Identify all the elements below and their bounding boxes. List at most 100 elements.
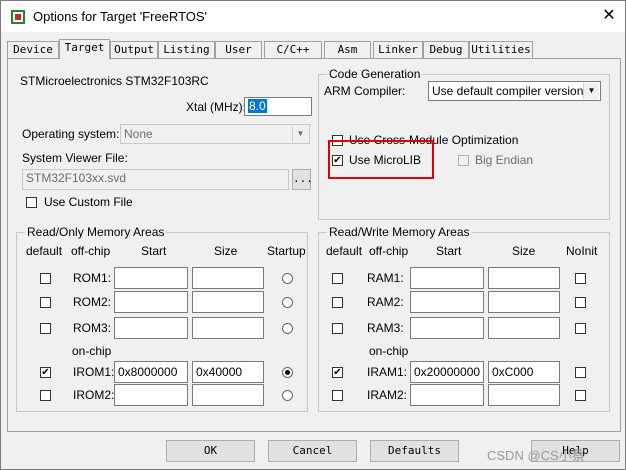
xtal-input[interactable]: 8.0 [244,97,312,116]
ram-group: Read/Write Memory Areas default off-chip… [318,225,610,412]
options-dialog: Options for Target 'FreeRTOS' ✕ Device Ta… [0,0,626,470]
ram-title: Read/Write Memory Areas [327,225,472,239]
rom2-start-input[interactable] [114,291,188,313]
iram2-noinit-checkbox[interactable] [575,390,586,401]
chevron-down-icon: ▼ [292,126,308,142]
ram-onchip-label: on-chip [369,344,409,358]
rom2-default-checkbox[interactable] [40,297,51,308]
ram3-default-checkbox[interactable] [332,323,343,334]
tab-c-c-[interactable]: C/C++ [264,41,322,58]
chevron-down-icon: ▼ [583,83,599,99]
arm-compiler-select[interactable]: Use default compiler version 5 ▼ [428,81,601,101]
tab-linker[interactable]: Linker [373,41,423,58]
arm-compiler-label: ARM Compiler: [324,84,406,98]
ram3-size-input[interactable] [488,317,560,339]
iram2-label: IRAM2: [367,388,408,402]
rom1-size-input[interactable] [192,267,264,289]
code-generation-title: Code Generation [327,67,423,81]
big-endian-label: Big Endian [475,153,534,167]
rom3-size-input[interactable] [192,317,264,339]
rom3-start-input[interactable] [114,317,188,339]
os-label: Operating system: [22,127,120,141]
iram1-noinit-checkbox[interactable] [575,367,586,378]
iram1-size-input[interactable]: 0xC000 [488,361,560,383]
tab-user[interactable]: User [215,41,262,58]
ram1-size-input[interactable] [488,267,560,289]
keil-app-icon [11,10,25,24]
iram1-start-input[interactable]: 0x20000000 [410,361,484,383]
ram3-start-input[interactable] [410,317,484,339]
iram1-default-checkbox[interactable]: ✔ [332,367,343,378]
rom-onchip-label: on-chip [72,344,112,358]
ram1-noinit-checkbox[interactable] [575,273,586,284]
rom2-label: ROM2: [73,295,112,309]
ram1-label: RAM1: [367,271,404,285]
irom2-start-input[interactable] [114,384,188,406]
rom3-startup-radio[interactable] [282,323,293,334]
tab-asm[interactable]: Asm [324,41,371,58]
ram2-default-checkbox[interactable] [332,297,343,308]
irom2-label: IROM2: [73,388,115,402]
iram2-size-input[interactable] [488,384,560,406]
use-custom-file-checkbox[interactable] [26,197,37,208]
ram2-size-input[interactable] [488,291,560,313]
ram1-start-input[interactable] [410,267,484,289]
irom2-startup-radio[interactable] [282,390,293,401]
cancel-button[interactable]: Cancel [268,440,357,462]
tab-listing[interactable]: Listing [158,41,215,58]
rom1-label: ROM1: [73,271,112,285]
irom1-start-input[interactable]: 0x8000000 [114,361,188,383]
iram2-start-input[interactable] [410,384,484,406]
rom-header-default: default [26,244,63,258]
ram2-noinit-checkbox[interactable] [575,297,586,308]
ram3-noinit-checkbox[interactable] [575,323,586,334]
rom-title: Read/Only Memory Areas [25,225,167,239]
rom1-startup-radio[interactable] [282,273,293,284]
use-custom-file-label: Use Custom File [44,195,133,209]
svd-label: System Viewer File: [22,151,128,165]
tab-debug[interactable]: Debug [423,41,469,58]
svd-browse-button[interactable]: ... [292,169,313,190]
irom1-startup-radio[interactable] [282,367,293,378]
device-name: STMicroelectronics STM32F103RC [20,74,209,88]
rom2-startup-radio[interactable] [282,297,293,308]
tab-utilities[interactable]: Utilities [469,41,533,58]
rom-header-size: Size [214,244,238,258]
rom-header-startup: Startup [267,244,306,258]
rom1-default-checkbox[interactable] [40,273,51,284]
rom2-size-input[interactable] [192,291,264,313]
irom1-size-input[interactable]: 0x40000 [192,361,264,383]
irom2-default-checkbox[interactable] [40,390,51,401]
radio-dot-icon [285,370,290,375]
ram-header-noinit: NoInit [566,244,598,258]
big-endian-checkbox[interactable] [458,155,469,166]
rom3-label: ROM3: [73,321,112,335]
defaults-button[interactable]: Defaults [370,440,459,462]
rom3-default-checkbox[interactable] [40,323,51,334]
close-icon[interactable]: ✕ [598,6,620,26]
irom1-default-checkbox[interactable]: ✔ [40,367,51,378]
tab-output[interactable]: Output [110,41,158,58]
ram2-start-input[interactable] [410,291,484,313]
rom-group: Read/Only Memory Areas default off-chip … [16,225,308,412]
os-value: None [124,127,153,141]
highlight-box [328,140,434,179]
os-select[interactable]: None ▼ [120,124,310,144]
svd-input[interactable]: STM32F103xx.svd [22,169,289,190]
rom-header-offchip: off-chip [71,244,111,258]
svd-value: STM32F103xx.svd [26,171,127,185]
ram1-default-checkbox[interactable] [332,273,343,284]
arm-compiler-value: Use default compiler version 5 [432,84,594,98]
window-title: Options for Target 'FreeRTOS' [33,9,208,24]
ram-header-offchip: off-chip [369,244,409,258]
iram1-label: IRAM1: [367,365,408,379]
xtal-label: Xtal (MHz): [186,100,246,114]
rom1-start-input[interactable] [114,267,188,289]
irom2-size-input[interactable] [192,384,264,406]
ok-button[interactable]: OK [166,440,255,462]
iram2-default-checkbox[interactable] [332,390,343,401]
tab-target[interactable]: Target [59,39,110,59]
irom1-label: IROM1: [73,365,115,379]
watermark: CSDN @CS小蔡 [487,448,585,463]
tab-device[interactable]: Device [7,41,59,58]
